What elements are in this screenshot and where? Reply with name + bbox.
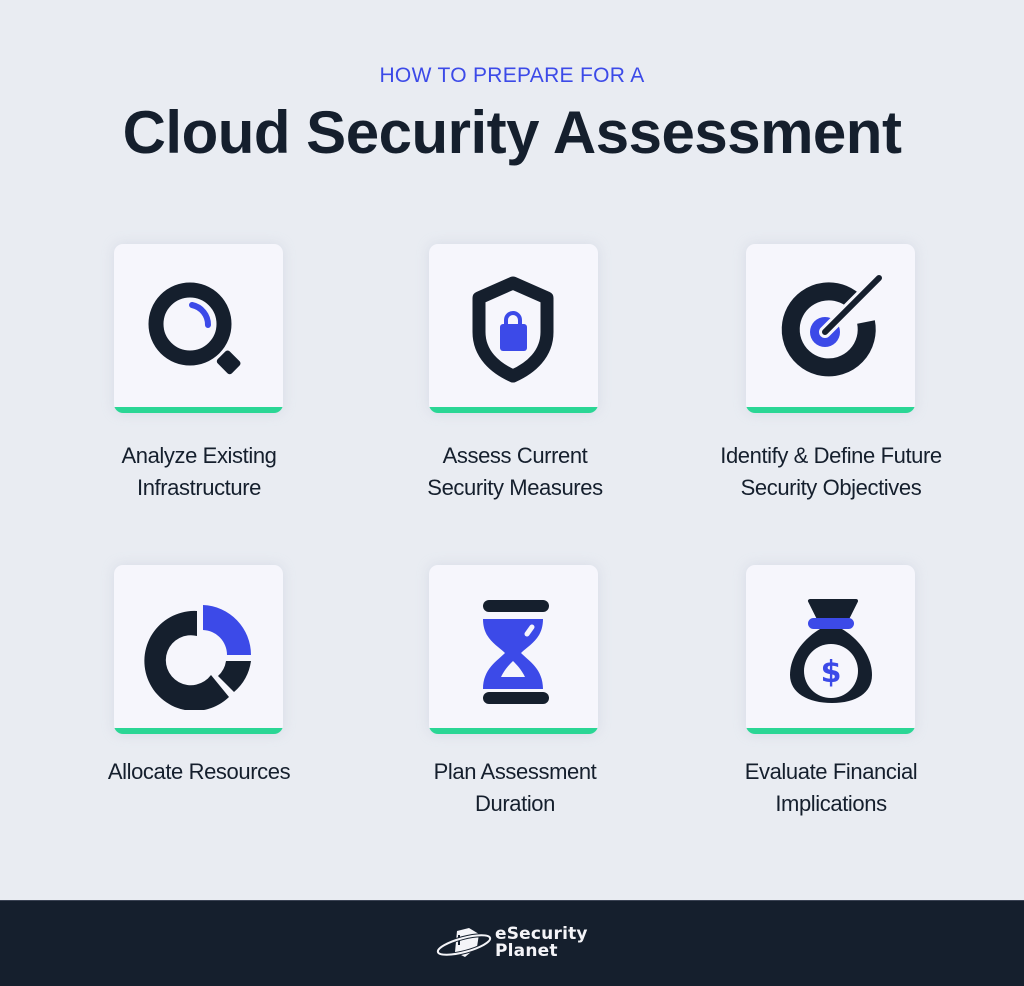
hourglass-icon — [483, 600, 549, 704]
card-accent-bar — [429, 407, 598, 413]
header-kicker: HOW TO PREPARE FOR A — [379, 64, 645, 87]
card-accent-bar — [114, 728, 283, 734]
label-line-1: Evaluate Financial — [744, 759, 918, 784]
magnifying-glass-icon — [148, 282, 241, 375]
label-line-2: Security Objectives — [740, 475, 922, 500]
label-line-1: Plan Assessment — [433, 759, 597, 784]
step-card-evaluate: $ — [746, 565, 915, 734]
label-line-1: Identify & Define Future — [720, 443, 942, 468]
step-card-assess — [429, 244, 598, 413]
step-label-identify: Identify & Define Future Security Object… — [681, 440, 981, 504]
money-bag-icon: $ — [790, 599, 872, 703]
label-line-2: Duration — [475, 791, 555, 816]
label-line-1: Assess Current — [442, 443, 588, 468]
step-label-plan: Plan Assessment Duration — [365, 756, 665, 820]
card-accent-bar — [429, 728, 598, 734]
step-label-allocate: Allocate Resources — [49, 756, 349, 788]
planet-shield-icon — [435, 928, 493, 957]
card-accent-bar — [746, 407, 915, 413]
step-card-analyze — [114, 244, 283, 413]
step-label-evaluate: Evaluate Financial Implications — [681, 756, 981, 820]
brand-name: eSecurity Planet — [495, 926, 588, 960]
step-label-assess: Assess Current Security Measures — [365, 440, 665, 504]
label-line-2: Security Measures — [427, 475, 603, 500]
step-label-analyze: Analyze Existing Infrastructure — [49, 440, 349, 504]
brand-line-2: Planet — [495, 941, 558, 961]
shield-lock-icon — [472, 276, 554, 383]
svg-text:$: $ — [821, 655, 842, 690]
card-accent-bar — [746, 728, 915, 734]
footer: eSecurity Planet — [0, 900, 1024, 986]
label-line-2: Infrastructure — [136, 475, 261, 500]
brand-logo[interactable]: eSecurity Planet — [435, 925, 588, 961]
step-card-allocate — [114, 565, 283, 734]
label-line-2: Implications — [775, 791, 887, 816]
label-line-1: Analyze Existing — [121, 443, 277, 468]
step-card-plan — [429, 565, 598, 734]
step-card-identify — [746, 244, 915, 413]
target-icon — [781, 272, 885, 377]
card-accent-bar — [114, 407, 283, 413]
page-title: Cloud Security Assessment — [122, 99, 902, 166]
label-line-1: Allocate Resources — [107, 759, 291, 784]
donut-chart-icon — [144, 605, 252, 710]
